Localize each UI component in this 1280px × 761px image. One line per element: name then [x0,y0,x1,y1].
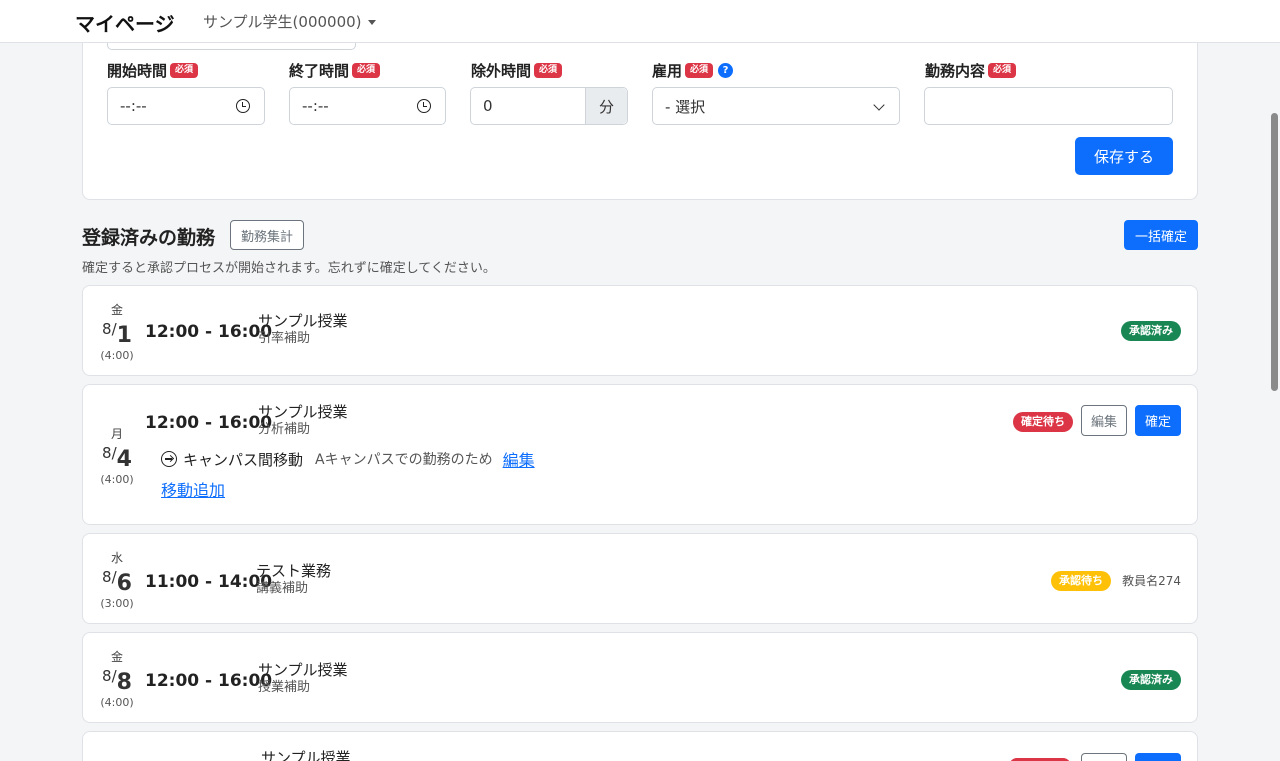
shift-summary-button[interactable]: 勤務集計 [230,220,304,250]
subject-role: 引率補助 [258,331,311,346]
exclude-time-field: 除外時間 必須 [471,60,563,80]
shift-time: 12:00 - 16:00 [145,671,273,691]
exclude-time-label: 除外時間 [471,61,532,80]
shift-time: 12:00 - 16:00 [145,413,273,433]
shift-duration: (4:00) [100,349,134,362]
day-of-week: 金 [110,650,123,664]
subject-name: テスト業務 [256,562,332,580]
shift-subject: テスト業務 講義補助 [256,563,331,597]
content-input[interactable] [924,87,1173,125]
status-badge: 確定待ち [1013,412,1073,432]
shift-month: 8/ [102,568,117,586]
day-of-week: 月 [110,427,123,441]
required-badge: 必須 [534,62,563,78]
shift-time: 11:00 - 14:00 [145,572,273,592]
navbar: マイページ サンプル学生(000000) [0,0,1280,43]
shift-subject: サンプル授業 分析補助 [258,404,348,438]
scrollbar-thumb[interactable] [1271,113,1278,391]
day-of-week: 金 [110,303,123,317]
campus-move-reason: Aキャンパスでの勤務のため [315,452,493,468]
required-badge: 必須 [352,62,381,78]
shift-date: 金 8/1 (4:00) [83,301,151,362]
content-label: 勤務内容 [925,61,986,80]
brand-title[interactable]: マイページ [75,8,175,37]
status-badge: 承認待ち [1051,571,1111,591]
subject-name: サンプル授業 [258,661,348,679]
shift-card: 金 8/1 (4:00) 12:00 - 16:00 サンプル授業 引率補助 承… [82,285,1198,376]
shift-subject: サンプル授業 引率補助 [258,313,348,347]
end-time-field: 終了時間 必須 [289,60,381,80]
teacher-name: 教員名274 [1122,574,1181,588]
content-field: 勤務内容 必須 [925,60,1017,80]
shift-card: サンプル授業 [82,731,1198,761]
save-button[interactable]: 保存する [1075,137,1173,175]
start-time-input[interactable]: --:-- [107,87,265,125]
status-badge: 承認済み [1121,670,1181,690]
shift-month: 8/ [102,444,117,462]
start-time-label: 開始時間 [107,61,168,80]
shift-date: 月 8/4 (4:00) [83,425,151,486]
confirm-notice: 確定すると承認プロセスが開始されます。忘れずに確定してください。 [82,261,496,276]
campus-move-label: キャンパス間移動 [183,450,304,469]
arrow-right-circle-icon [161,451,177,467]
bulk-confirm-button[interactable]: 一括確定 [1124,220,1198,250]
user-menu-dropdown[interactable]: サンプル学生(000000) [203,11,376,32]
edit-move-link[interactable]: 編集 [503,447,535,471]
clock-icon[interactable] [236,99,250,113]
shift-duration: (4:00) [100,473,134,486]
subject-role: 授業補助 [258,680,311,695]
shift-card: 月 8/4 (4:00) 12:00 - 16:00 サンプル授業 分析補助 キ… [82,384,1198,525]
caret-down-icon [367,20,376,25]
shift-day: 8 [116,670,132,695]
clock-icon[interactable] [417,99,431,113]
exclude-time-value: 0 [483,97,493,115]
subject-name: サンプル授業 [258,312,348,330]
subject-role: 分析補助 [258,422,311,437]
shift-subject: サンプル授業 授業補助 [258,662,348,696]
shift-card: 水 8/6 (3:00) 11:00 - 14:00 テスト業務 講義補助 承認… [82,533,1198,624]
employment-field: 雇用 必須? [652,60,734,80]
shift-day: 6 [116,571,132,596]
shift-duration: (3:00) [100,597,134,610]
campus-move-row: キャンパス間移動 Aキャンパスでの勤務のため 編集 [161,447,535,471]
employment-selected: - 選択 [665,97,706,116]
confirm-button[interactable] [1135,753,1181,761]
employment-label: 雇用 [652,61,683,80]
day-of-week: 水 [110,551,123,565]
shift-day: 4 [116,447,132,472]
user-name: サンプル学生(000000) [203,13,362,31]
subject-name: サンプル授業 [258,403,348,421]
shift-month: 8/ [102,320,117,338]
section-title: 登録済みの勤務 [82,227,216,249]
edit-button[interactable]: 編集 [1081,405,1127,436]
shift-date: 金 8/8 (4:00) [83,648,151,709]
required-badge: 必須 [988,62,1017,78]
required-badge: 必須 [685,62,714,78]
subject-name: サンプル授業 [261,749,351,761]
shift-month: 8/ [102,667,117,685]
minutes-unit-addon: 分 [585,88,627,124]
shift-day: 1 [116,323,132,348]
status-badge: 承認済み [1121,321,1181,341]
exclude-time-input[interactable]: 0 分 [470,87,628,125]
start-time-placeholder: --:-- [120,97,147,115]
end-time-input[interactable]: --:-- [289,87,446,125]
confirm-button[interactable]: 確定 [1135,405,1181,436]
shift-time: 12:00 - 16:00 [145,322,273,342]
shift-date: 水 8/6 (3:00) [83,549,151,610]
edit-button[interactable] [1081,753,1127,761]
required-badge: 必須 [170,62,199,78]
end-time-label: 終了時間 [289,61,350,80]
shift-subject: サンプル授業 [261,750,351,761]
end-time-placeholder: --:-- [302,97,329,115]
chevron-down-icon [873,99,885,111]
help-icon[interactable]: ? [718,62,734,78]
employment-select[interactable]: - 選択 [652,87,900,125]
subject-role: 講義補助 [256,581,309,596]
shift-card: 金 8/8 (4:00) 12:00 - 16:00 サンプル授業 授業補助 承… [82,632,1198,723]
add-move-link[interactable]: 移動追加 [161,477,225,501]
shift-duration: (4:00) [100,696,134,709]
start-time-field: 開始時間 必須 [107,60,199,80]
